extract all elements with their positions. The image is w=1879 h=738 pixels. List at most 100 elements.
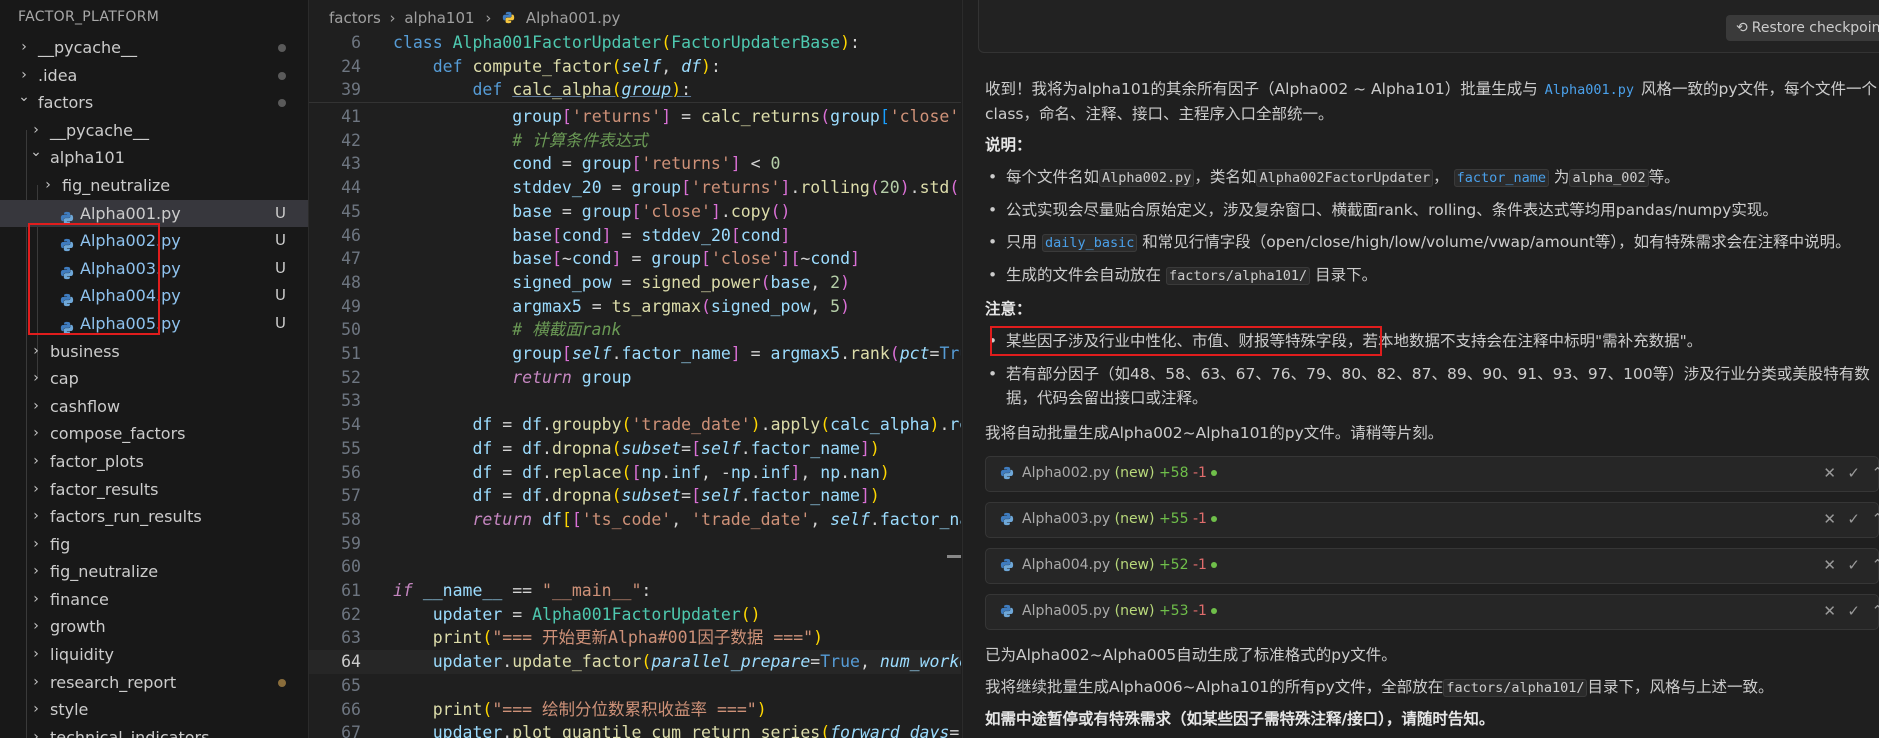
- code-line: 41 group['returns'] = calc_returns(group…: [341, 107, 961, 126]
- tree-item-label: factors_run_results: [50, 507, 202, 527]
- note-bullet-4: 生成的文件会自动放在 factors/alpha101/ 目录下。: [988, 263, 1377, 288]
- python-file-icon: [1000, 604, 1016, 620]
- chevron-right-icon: ›: [485, 9, 492, 27]
- file-item[interactable]: Alpha004.py U: [0, 282, 308, 310]
- tree-item-label: Alpha001.py: [80, 203, 181, 223]
- tree-item-label: fig_neutralize: [50, 562, 159, 582]
- ai-chat-panel: ⟲ Restore checkpoint 收到！我将为alpha101的其余所有因…: [962, 0, 1879, 738]
- folder-item[interactable]: › fig_neutralize: [0, 558, 308, 586]
- note-bullet-1: 每个文件名如Alpha002.py，类名如Alpha002FactorUpdat…: [988, 165, 1680, 190]
- file-item[interactable]: Alpha001.py U: [0, 199, 308, 228]
- caution-bullet-2-line-1: 若有部分因子（如48、58、63、67、76、79、80、82、87、89、90…: [988, 362, 1870, 386]
- restore-checkpoint-button[interactable]: ⟲ Restore checkpoint: [1726, 15, 1879, 41]
- file-item[interactable]: Alpha003.py U: [0, 255, 308, 283]
- chevron-right-icon: ›: [45, 176, 51, 193]
- scrollbar[interactable]: [947, 555, 961, 558]
- breadcrumb-folder-factors[interactable]: factors: [329, 9, 381, 27]
- file-card-tag: (new): [1114, 603, 1155, 619]
- code-line: 66 print("=== 绘制分位数累积收益率 ==="): [341, 699, 767, 719]
- file-card-text: Alpha004.py (new) +52 -1: [1022, 557, 1217, 573]
- chevron-down-icon: ⌄: [18, 89, 30, 106]
- folder-item[interactable]: › factor_plots: [0, 448, 308, 476]
- code-line: 49 argmax5 = ts_argmax(signed_pow, 5): [341, 296, 851, 316]
- folder-item[interactable]: › liquidity: [0, 641, 308, 669]
- folder-item[interactable]: › research_report: [0, 669, 308, 697]
- file-tree: › __pycache__ › .idea ⌄ factors › __pycache__ ⌄ a…: [0, 34, 308, 738]
- reject-icon[interactable]: ✕: [1823, 602, 1836, 620]
- code-line: 63 print("=== 开始更新Alpha#001因子数据 ==="): [341, 628, 824, 648]
- folder-item[interactable]: › .idea: [0, 62, 308, 90]
- code-editor[interactable]: factors › alpha101 › Alpha001.py 6 class …: [309, 0, 961, 738]
- file-card-name[interactable]: Alpha002.py: [1022, 465, 1110, 481]
- folder-item[interactable]: › fig: [0, 531, 308, 559]
- reject-icon[interactable]: ✕: [1823, 510, 1836, 528]
- file-card-name[interactable]: Alpha003.py: [1022, 511, 1110, 527]
- expand-icon[interactable]: ⌃: [1871, 556, 1879, 574]
- chevron-right-icon: ›: [33, 563, 39, 580]
- tree-item-label: .idea: [38, 65, 78, 85]
- folder-item[interactable]: ⌄ factors: [0, 89, 308, 117]
- reject-icon[interactable]: ✕: [1823, 464, 1836, 482]
- folder-item[interactable]: › cap: [0, 365, 308, 393]
- generated-file-card[interactable]: Alpha004.py (new) +52 -1 ✕ ✓ ⌃: [985, 548, 1879, 584]
- code-line: 62 updater = Alpha001FactorUpdater(): [341, 604, 761, 624]
- chevron-right-icon: ›: [33, 342, 39, 359]
- reject-icon[interactable]: ✕: [1823, 556, 1836, 574]
- tree-item-label: factors: [38, 93, 94, 113]
- code-area[interactable]: 6 class Alpha001FactorUpdater(FactorUpdat…: [309, 27, 961, 738]
- folder-item[interactable]: › growth: [0, 613, 308, 641]
- expand-icon[interactable]: ⌃: [1871, 510, 1879, 528]
- accept-icon[interactable]: ✓: [1847, 556, 1860, 574]
- file-item[interactable]: Alpha002.py U: [0, 227, 308, 255]
- folder-item[interactable]: › finance: [0, 586, 308, 614]
- code-line: 55 df = df.dropna(subset=[self.factor_na…: [341, 438, 880, 458]
- code-line: 42 # 计算条件表达式: [341, 130, 648, 150]
- folder-item[interactable]: › business: [0, 338, 308, 366]
- final-message: 如需中途暂停或有特殊需求（如某些因子需特殊注释/接口），请随时告知。: [985, 710, 1495, 728]
- folder-item[interactable]: ⌄ alpha101: [0, 144, 308, 172]
- code-line: 24 def compute_factor(self, df):: [309, 54, 961, 79]
- accept-icon[interactable]: ✓: [1847, 464, 1860, 482]
- code-line: 65: [341, 675, 361, 695]
- folder-item[interactable]: › compose_factors: [0, 420, 308, 448]
- python-file-icon: [502, 1, 515, 24]
- folder-item[interactable]: › factors_run_results: [0, 503, 308, 531]
- folder-item[interactable]: › __pycache__: [0, 34, 308, 62]
- code-line: 67 updater.plot_quantile_cum_return_seri…: [341, 723, 961, 738]
- intro-line-1: 收到！我将为alpha101的其余所有因子（Alpha002 ~ Alpha10…: [985, 80, 1878, 98]
- chevron-right-icon: ›: [33, 673, 39, 690]
- accept-icon[interactable]: ✓: [1847, 602, 1860, 620]
- file-card-additions: +53: [1158, 603, 1189, 619]
- status-dot: [1210, 516, 1217, 522]
- code-line: 45 base = group['close'].copy(): [341, 201, 791, 221]
- file-card-text: Alpha002.py (new) +58 -1: [1022, 465, 1217, 481]
- expand-icon[interactable]: ⌃: [1871, 464, 1879, 482]
- breadcrumb-file[interactable]: Alpha001.py: [526, 9, 620, 27]
- accept-icon[interactable]: ✓: [1847, 510, 1860, 528]
- generated-file-card[interactable]: Alpha002.py (new) +58 -1 ✕ ✓ ⌃: [985, 456, 1879, 492]
- file-card-additions: +58: [1158, 465, 1189, 481]
- git-status-untracked: U: [275, 313, 286, 332]
- git-status-dot: [278, 99, 286, 108]
- file-card-tag: (new): [1114, 511, 1155, 527]
- folder-item[interactable]: › technical_indicators: [0, 724, 308, 738]
- expand-icon[interactable]: ⌃: [1871, 602, 1879, 620]
- chevron-down-icon: ⌄: [30, 144, 42, 161]
- file-card-name[interactable]: Alpha005.py: [1022, 603, 1110, 619]
- generated-file-card[interactable]: Alpha003.py (new) +55 -1 ✕ ✓ ⌃: [985, 502, 1879, 538]
- python-file-icon: [1000, 558, 1016, 574]
- python-file-icon: [1000, 466, 1016, 482]
- tree-item-label: fig_neutralize: [62, 175, 171, 195]
- file-item[interactable]: Alpha005.py U: [0, 310, 308, 338]
- explorer-panel: FACTOR_PLATFORM › __pycache__ › .idea ⌄ facto…: [0, 0, 309, 738]
- folder-item[interactable]: › __pycache__: [0, 117, 308, 145]
- folder-item[interactable]: › factor_results: [0, 476, 308, 504]
- folder-item[interactable]: › cashflow: [0, 393, 308, 421]
- breadcrumb-folder-alpha101[interactable]: alpha101: [404, 9, 474, 27]
- generated-file-card[interactable]: Alpha005.py (new) +53 -1 ✕ ✓ ⌃: [985, 594, 1879, 630]
- folder-item[interactable]: › style: [0, 696, 308, 724]
- file-card-name[interactable]: Alpha004.py: [1022, 557, 1110, 573]
- folder-item[interactable]: › fig_neutralize: [0, 172, 308, 200]
- progress-message: 我将自动批量生成Alpha002~Alpha101的py文件。请稍等片刻。: [985, 424, 1444, 442]
- tree-item-label: finance: [50, 589, 109, 609]
